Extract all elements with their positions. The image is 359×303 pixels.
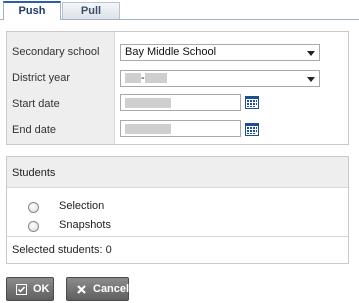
push-form: Secondary school Bay Middle School Distr… [6,31,349,145]
close-icon [77,285,86,294]
ok-label: OK [33,283,50,295]
snapshots-radio[interactable] [28,221,39,232]
ok-button[interactable]: OK [6,277,54,301]
district-year-select[interactable]: - [120,70,320,87]
selected-students-text: Selected students: [12,244,103,256]
end-date-label: End date [12,124,57,136]
redacted-end-date [125,124,171,135]
start-date-input[interactable] [120,94,241,111]
redacted-year-end [144,73,167,84]
tab-bar: Push Pull [0,0,359,20]
redacted-start-date [125,98,171,109]
district-year-label: District year [12,72,71,84]
selected-students-row: Selected students: 0 [7,236,348,263]
cancel-button[interactable]: Cancel [66,277,129,301]
selection-radio[interactable] [28,202,39,213]
chevron-down-icon [307,77,315,82]
selected-students-label: Selected students: 0 [12,244,112,256]
students-header: Students [7,157,348,188]
selection-label: Selection [59,200,105,212]
secondary-school-label: Secondary school [12,46,100,58]
check-icon [16,284,27,295]
redacted-year-start [125,73,141,84]
start-date-label: Start date [12,98,60,110]
secondary-school-value: Bay Middle School [125,46,217,58]
chevron-down-icon [307,51,315,56]
tab-pull[interactable]: Pull [62,2,120,19]
selected-students-count: 0 [105,244,112,256]
calendar-icon[interactable] [245,123,259,136]
calendar-icon[interactable] [245,96,259,109]
tab-push[interactable]: Push [3,1,61,20]
snapshots-label: Snapshots [59,219,111,231]
students-title: Students [12,167,56,179]
end-date-input[interactable] [120,120,241,137]
secondary-school-select[interactable]: Bay Middle School [120,44,320,61]
students-panel: Students Selection Snapshots Selected st… [6,156,349,264]
cancel-label: Cancel [93,283,130,295]
